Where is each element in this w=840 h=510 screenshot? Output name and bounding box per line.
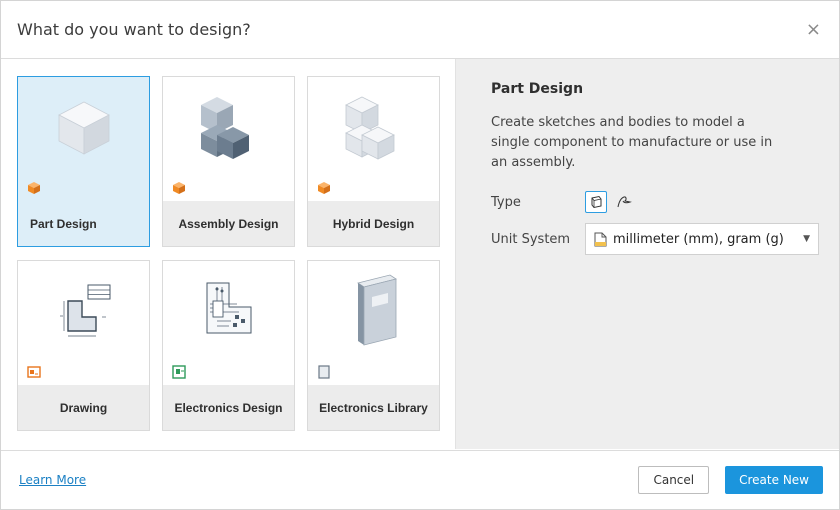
design-type-grid: Part Design Assembly Design Hybrid Desig… (17, 76, 455, 431)
unit-row: Unit System millimeter (mm), gram (g) ▼ (491, 223, 819, 255)
footer-buttons: Cancel Create New (638, 466, 823, 494)
create-new-button[interactable]: Create New (725, 466, 823, 494)
drawing-sheet-icon (18, 261, 149, 361)
tile-label: Hybrid Design (308, 201, 439, 246)
design-details-panel: Part Design Create sketches and bodies t… (456, 59, 839, 449)
unit-system-value: millimeter (mm), gram (g) (613, 231, 784, 247)
dialog-body: Part Design Assembly Design Hybrid Desig… (1, 59, 839, 449)
type-row: Type (491, 191, 819, 213)
dialog-header: What do you want to design? × (1, 1, 839, 59)
orange-cube-badge-icon (318, 182, 330, 194)
cancel-button[interactable]: Cancel (638, 466, 710, 494)
tile-electronics-library[interactable]: Electronics Library (307, 260, 440, 431)
details-description: Create sketches and bodies to model a si… (491, 115, 773, 170)
book-icon (308, 261, 439, 361)
drawing-badge-icon (27, 366, 41, 378)
dialog-title: What do you want to design? (17, 20, 251, 39)
solid-type-button[interactable] (585, 191, 607, 213)
dialog-footer: Learn More Cancel Create New (1, 450, 839, 509)
learn-more-link[interactable]: Learn More (19, 473, 86, 487)
tile-part-design[interactable]: Part Design (17, 76, 150, 247)
tile-electronics-design[interactable]: Electronics Design (162, 260, 295, 431)
tile-label: Part Design (30, 216, 97, 231)
assembly-cubes-icon (163, 77, 294, 177)
tile-assembly-design[interactable]: Assembly Design (162, 76, 295, 247)
document-icon (594, 232, 607, 246)
design-type-panel: Part Design Assembly Design Hybrid Desig… (1, 59, 456, 449)
hybrid-cubes-icon (308, 77, 439, 177)
tile-hybrid-design[interactable]: Hybrid Design (307, 76, 440, 247)
orange-cube-badge-icon (173, 182, 185, 194)
chevron-down-icon: ▼ (803, 234, 810, 244)
unit-system-label: Unit System (491, 231, 571, 247)
freeform-icon (617, 196, 632, 208)
cube-icon (18, 77, 149, 177)
freeform-type-button[interactable] (613, 191, 635, 213)
tile-label: Electronics Design (163, 385, 294, 430)
electronics-badge-icon (172, 365, 186, 379)
close-icon[interactable]: × (806, 20, 821, 39)
new-design-dialog: What do you want to design? × Part Desig… (0, 0, 840, 510)
tile-drawing[interactable]: Drawing (17, 260, 150, 431)
tile-label: Drawing (18, 385, 149, 430)
tile-label: Electronics Library (308, 385, 439, 430)
details-title: Part Design (491, 81, 584, 97)
type-label: Type (491, 194, 521, 210)
tile-label: Assembly Design (163, 201, 294, 246)
library-badge-icon (318, 365, 330, 379)
orange-cube-badge-icon (28, 182, 40, 194)
unit-system-dropdown[interactable]: millimeter (mm), gram (g) ▼ (585, 223, 819, 255)
circuit-board-icon (163, 261, 294, 361)
solid-body-icon (591, 195, 602, 209)
